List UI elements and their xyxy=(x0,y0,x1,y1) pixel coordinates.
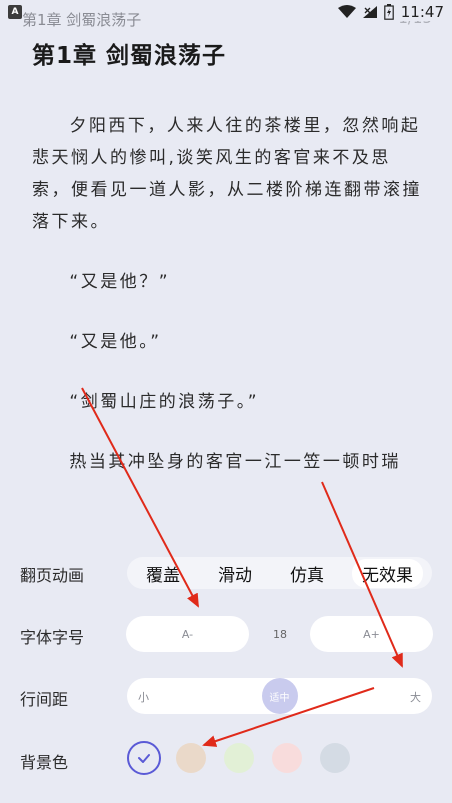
paragraph: “又是他。” xyxy=(69,332,162,352)
battery-icon xyxy=(384,4,394,20)
reader-settings-panel: 翻页动画 覆盖 滑动 仿真 无效果 字体字号 A- 18 A+ 行间距 小 适中… xyxy=(0,545,452,803)
status-time: 11:47 xyxy=(398,3,444,21)
font-decrease-button[interactable]: A- xyxy=(126,616,249,652)
paragraph: “又是他？” xyxy=(69,272,171,292)
status-bar: A 第1章 剑蜀浪荡子 1/15 11:47 xyxy=(0,0,452,34)
wifi-icon xyxy=(338,5,356,18)
checkmark-icon xyxy=(138,754,150,763)
bg-swatch-default[interactable] xyxy=(127,741,161,775)
paragraph: 夕阳西下，人来人往的茶楼里，忽然响起悲天悯人的惨叫,谈笑风生的客官来不及思索，便… xyxy=(32,116,422,232)
anim-option-none[interactable]: 无效果 xyxy=(352,558,423,588)
status-chapter-name: 第1章 剑蜀浪荡子 xyxy=(22,11,142,29)
status-icons xyxy=(338,3,394,21)
background-color-label: 背景色 xyxy=(20,753,69,772)
bg-swatch-green[interactable] xyxy=(224,743,254,773)
paragraph: “剑蜀山庄的浪荡子。” xyxy=(69,392,260,412)
line-spacing-label: 行间距 xyxy=(20,690,69,709)
app-notification-icon: A xyxy=(8,5,22,19)
line-spacing-slider[interactable]: 小 适中 大 xyxy=(127,678,432,714)
line-spacing-max-label: 大 xyxy=(410,691,421,704)
bg-swatch-gray[interactable] xyxy=(320,743,350,773)
paragraph-partial: 热当其冲坠身的客官一江一笠一顿时瑞 xyxy=(69,452,401,472)
anim-option-cover[interactable]: 覆盖 xyxy=(136,559,190,588)
signal-icon xyxy=(363,6,377,18)
page-animation-selector: 覆盖 滑动 仿真 无效果 xyxy=(127,557,432,589)
anim-option-simulation[interactable]: 仿真 xyxy=(280,559,334,588)
page-animation-label: 翻页动画 xyxy=(20,566,85,585)
bg-swatch-tan[interactable] xyxy=(176,743,206,773)
bg-swatch-pink[interactable] xyxy=(272,743,302,773)
font-increase-button[interactable]: A+ xyxy=(310,616,433,652)
font-size-label: 字体字号 xyxy=(20,628,85,647)
line-spacing-min-label: 小 xyxy=(138,691,149,704)
reader-content[interactable]: 夕阳西下，人来人往的茶楼里，忽然响起悲天悯人的惨叫,谈笑风生的客官来不及思索，便… xyxy=(32,110,422,515)
anim-option-slide[interactable]: 滑动 xyxy=(208,559,262,588)
font-size-value: 18 xyxy=(273,628,287,641)
chapter-title: 第1章 剑蜀浪荡子 xyxy=(32,43,227,69)
line-spacing-thumb[interactable]: 适中 xyxy=(261,678,298,714)
